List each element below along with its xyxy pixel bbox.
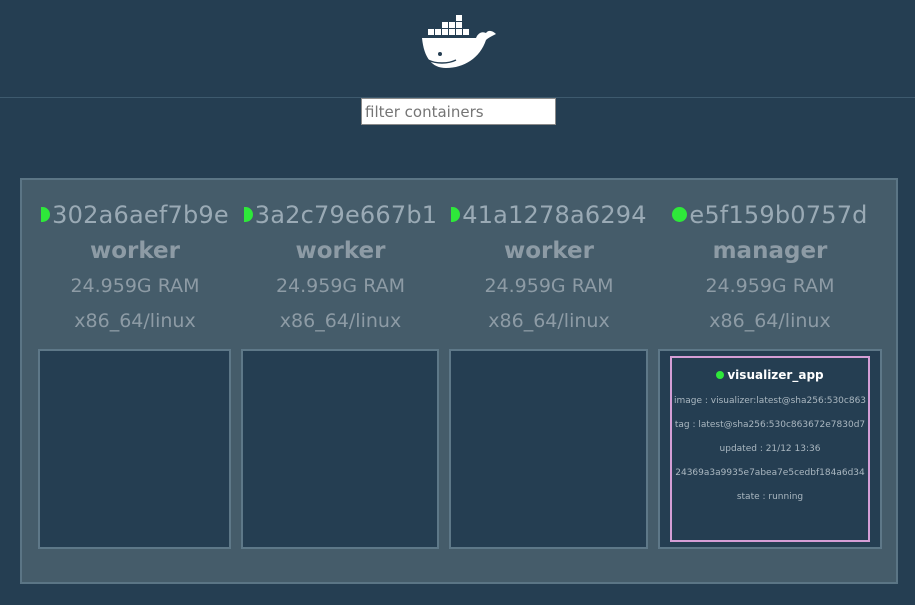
- container-state: state : running: [736, 492, 804, 502]
- node-ram: 24.959G RAM: [705, 275, 835, 297]
- node-role: worker: [503, 238, 594, 264]
- node-container-area: [38, 349, 231, 549]
- node-platform: x86_64/linux: [74, 310, 196, 332]
- node-id: 41a1278a6294: [449, 200, 649, 230]
- node-header: 3a2c79e667b1 worker 24.959G RAM x86_64/l…: [241, 200, 440, 333]
- container-name: visualizer_app: [672, 368, 868, 382]
- node-platform: x86_64/linux: [279, 310, 402, 332]
- container-tag: tag : latest@sha256:530c863672e7830d7: [674, 420, 866, 430]
- node-status-dot: [451, 206, 461, 222]
- node-id: 3a2c79e667b1: [241, 200, 440, 230]
- node-header: 41a1278a6294 worker 24.959G RAM x86_64/l…: [449, 200, 649, 333]
- node-id: 302a6aef7b9e: [38, 200, 232, 230]
- node-container-area: visualizer_app image : visualizer:latest…: [658, 349, 882, 549]
- node-status-dot: [243, 206, 253, 222]
- node-ram: 24.959G RAM: [484, 275, 614, 297]
- filter-containers-input[interactable]: [361, 98, 556, 125]
- node-column: e5f159b0757d manager 24.959G RAM x86_64/…: [658, 180, 882, 586]
- node-header: e5f159b0757d manager 24.959G RAM x86_64/…: [658, 200, 882, 333]
- node-container-area: [241, 349, 439, 549]
- node-ram: 24.959G RAM: [70, 275, 200, 297]
- node-column: 302a6aef7b9e worker 24.959G RAM x86_64/l…: [38, 180, 232, 586]
- node-container-area: [449, 349, 648, 549]
- swarm-panel: 302a6aef7b9e worker 24.959G RAM x86_64/l…: [20, 178, 898, 584]
- header-bar: [0, 0, 915, 98]
- node-status-dot: [672, 206, 688, 222]
- docker-whale-icon: [422, 15, 496, 68]
- node-header: 302a6aef7b9e worker 24.959G RAM x86_64/l…: [38, 200, 232, 333]
- container-status-dot: [716, 370, 725, 379]
- node-role: manager: [712, 238, 828, 264]
- node-role: worker: [89, 238, 180, 264]
- node-column: 3a2c79e667b1 worker 24.959G RAM x86_64/l…: [241, 180, 440, 586]
- container-image: image : visualizer:latest@sha256:530c863: [673, 396, 867, 406]
- node-id: e5f159b0757d: [658, 200, 882, 230]
- node-column: 41a1278a6294 worker 24.959G RAM x86_64/l…: [449, 180, 649, 586]
- container-id: 24369a3a9935e7abea7e5cedbf184a6d34: [675, 468, 865, 478]
- node-ram: 24.959G RAM: [275, 275, 406, 297]
- node-status-dot: [41, 206, 51, 222]
- container-card[interactable]: visualizer_app image : visualizer:latest…: [670, 356, 870, 542]
- node-platform: x86_64/linux: [488, 310, 610, 332]
- container-updated: updated : 21/12 13:36: [719, 444, 821, 454]
- node-platform: x86_64/linux: [709, 310, 831, 332]
- node-role: worker: [295, 238, 386, 264]
